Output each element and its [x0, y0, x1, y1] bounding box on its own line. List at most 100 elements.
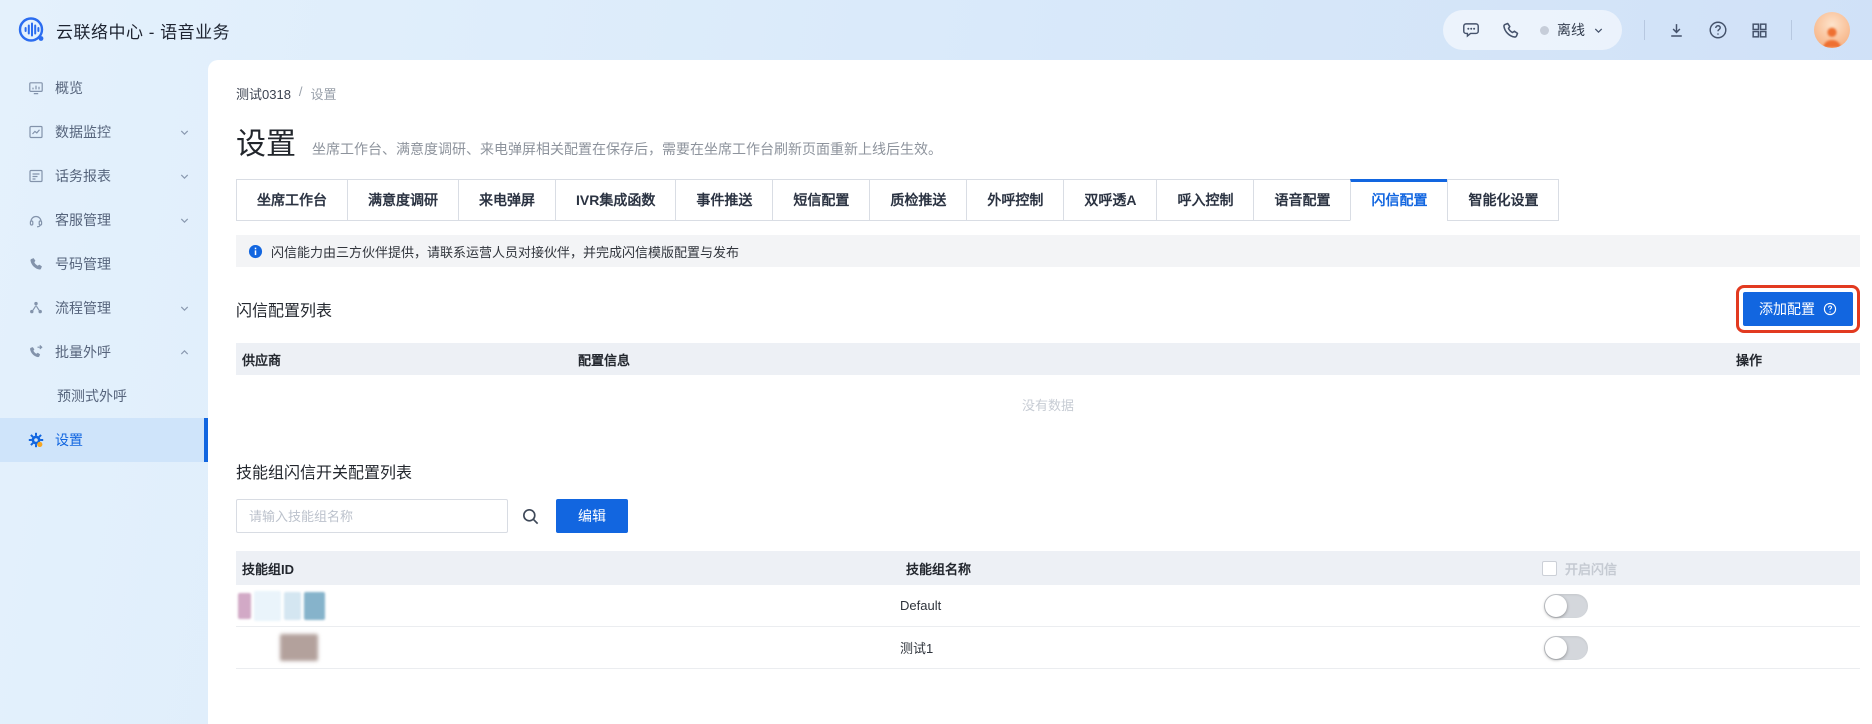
sidebar-item-label: 话务报表	[55, 168, 111, 184]
sidebar-item-label: 预测式外呼	[57, 388, 127, 404]
tab-voice-config[interactable]: 语音配置	[1253, 179, 1352, 221]
tab-satisfaction-survey[interactable]: 满意度调研	[347, 179, 459, 221]
sidebar-item-label: 概览	[55, 80, 83, 96]
overview-icon	[28, 80, 44, 96]
column-header-config-info: 配置信息	[578, 352, 631, 368]
skill-group-table: 技能组ID 技能组名称 开启闪信 Default 测试1	[236, 551, 1860, 669]
phone-handset-icon[interactable]	[1501, 21, 1520, 40]
sidebar-item-batch-outbound[interactable]: 批量外呼	[0, 330, 208, 374]
app-title: 云联络中心 - 语音业务	[56, 22, 231, 42]
app-window: 云联络中心 - 语音业务 离线 概览 数据监控 话务报表 客服管理 号码管理 流…	[0, 0, 1872, 724]
agent-status-pill: 离线	[1443, 10, 1622, 50]
info-icon	[248, 244, 263, 259]
column-header-enable-flash: 开启闪信	[1565, 561, 1618, 577]
status-dropdown[interactable]: 离线	[1540, 20, 1604, 40]
status-dot	[1540, 25, 1549, 35]
sidebar-item-label: 批量外呼	[55, 344, 111, 360]
page-title: 设置	[236, 128, 296, 161]
annotation-highlight-box: 添加配置	[1736, 285, 1860, 333]
edit-button[interactable]: 编辑	[556, 499, 628, 533]
chat-bubble-icon[interactable]	[1461, 20, 1481, 40]
breadcrumb: 测试0318 / 设置	[236, 84, 1860, 103]
tab-dual-call-a[interactable]: 双呼透A	[1063, 179, 1158, 221]
sidebar-item-label: 流程管理	[55, 300, 111, 316]
chevron-down-icon	[179, 127, 190, 138]
add-config-button-label: 添加配置	[1759, 301, 1815, 317]
chevron-up-icon	[179, 347, 190, 358]
sidebar-item-data-monitor[interactable]: 数据监控	[0, 110, 208, 154]
column-header-provider: 供应商	[242, 352, 282, 368]
skill-group-section-title: 技能组闪信开关配置列表	[236, 465, 413, 482]
chevron-down-icon	[179, 171, 190, 182]
redacted-skill-group-id	[236, 634, 900, 661]
tab-agent-workbench[interactable]: 坐席工作台	[236, 179, 348, 221]
call-report-icon	[28, 168, 44, 184]
page-subtitle: 坐席工作台、满意度调研、来电弹屏相关配置在保存后，需要在坐席工作台刷新页面重新上…	[312, 141, 942, 157]
flow-nodes-icon	[28, 300, 44, 316]
tab-ivr-functions[interactable]: IVR集成函数	[555, 179, 677, 221]
breadcrumb-item: 设置	[310, 87, 337, 102]
main-content: 测试0318 / 设置 设置 坐席工作台、满意度调研、来电弹屏相关配置在保存后，…	[208, 60, 1872, 724]
tab-outbound-control[interactable]: 外呼控制	[966, 179, 1065, 221]
table-row: Default	[236, 585, 1860, 627]
info-banner-text: 闪信能力由三方伙伴提供，请联系运营人员对接伙伴，并完成闪信模版配置与发布	[271, 244, 740, 260]
tab-sms-config[interactable]: 短信配置	[772, 179, 871, 221]
chevron-down-icon	[1593, 25, 1604, 36]
sidebar-item-number-manage[interactable]: 号码管理	[0, 242, 208, 286]
data-monitor-icon	[28, 124, 44, 140]
search-icon[interactable]	[517, 503, 544, 530]
tab-qc-push[interactable]: 质检推送	[869, 179, 968, 221]
sidebar-item-label: 数据监控	[55, 124, 111, 140]
column-header-actions: 操作	[1736, 352, 1763, 368]
settings-tabs: 坐席工作台 满意度调研 来电弹屏 IVR集成函数 事件推送 短信配置 质检推送 …	[236, 179, 1860, 221]
tab-event-push[interactable]: 事件推送	[675, 179, 774, 221]
chevron-down-icon	[179, 303, 190, 314]
edit-button-label: 编辑	[578, 508, 606, 524]
breadcrumb-separator: /	[298, 84, 303, 99]
flash-config-table: 供应商 配置信息 操作 没有数据	[236, 343, 1860, 433]
enable-all-flash-checkbox[interactable]	[1542, 560, 1557, 576]
breadcrumb-item[interactable]: 测试0318	[236, 84, 291, 103]
sidebar-item-predictive-outbound[interactable]: 预测式外呼	[0, 374, 208, 418]
sidebar-item-label: 客服管理	[55, 212, 111, 228]
tab-flash-sms-config[interactable]: 闪信配置	[1350, 179, 1449, 221]
help-icon[interactable]	[1708, 20, 1728, 40]
settings-gear-icon	[28, 432, 44, 448]
redacted-skill-group-id	[238, 590, 900, 621]
skill-group-search-input[interactable]	[236, 499, 508, 533]
user-avatar[interactable]	[1814, 12, 1850, 48]
question-circle-icon	[1823, 302, 1837, 316]
apps-grid-icon[interactable]	[1750, 21, 1769, 40]
column-header-skill-group-name: 技能组名称	[906, 561, 972, 577]
flash-toggle-off[interactable]	[1544, 593, 1588, 618]
chevron-down-icon	[179, 215, 190, 226]
headset-icon	[28, 212, 44, 228]
sidebar-item-call-report[interactable]: 话务报表	[0, 154, 208, 198]
voice-wave-logo-icon	[16, 15, 46, 45]
sidebar-item-label: 号码管理	[55, 256, 111, 272]
flash-config-section-title: 闪信配置列表	[236, 303, 333, 320]
header-divider	[1644, 20, 1645, 40]
sidebar-item-flow-manage[interactable]: 流程管理	[0, 286, 208, 330]
skill-group-name: 测试1	[900, 641, 934, 656]
skill-group-name: Default	[900, 598, 942, 613]
empty-state-text: 没有数据	[1021, 397, 1074, 413]
add-config-button[interactable]: 添加配置	[1743, 292, 1853, 326]
top-header: 云联络中心 - 语音业务 离线	[0, 0, 1872, 60]
header-divider	[1791, 20, 1792, 40]
outbound-call-icon	[28, 344, 44, 360]
sidebar-nav: 概览 数据监控 话务报表 客服管理 号码管理 流程管理 批量外呼 预测式外呼 设…	[0, 60, 208, 724]
download-icon[interactable]	[1667, 21, 1686, 40]
tab-inbound-control[interactable]: 呼入控制	[1156, 179, 1255, 221]
phone-icon	[28, 256, 44, 272]
sidebar-item-settings[interactable]: 设置	[0, 418, 208, 462]
column-header-skill-group-id: 技能组ID	[242, 561, 295, 577]
sidebar-item-agent-manage[interactable]: 客服管理	[0, 198, 208, 242]
sidebar-item-label: 设置	[55, 432, 83, 448]
tab-incoming-popup[interactable]: 来电弹屏	[458, 179, 556, 221]
status-label: 离线	[1557, 22, 1585, 38]
flash-toggle-off[interactable]	[1544, 635, 1588, 660]
sidebar-item-overview[interactable]: 概览	[0, 66, 208, 110]
tab-intelligent-settings[interactable]: 智能化设置	[1447, 179, 1560, 221]
info-banner: 闪信能力由三方伙伴提供，请联系运营人员对接伙伴，并完成闪信模版配置与发布	[236, 235, 1860, 267]
